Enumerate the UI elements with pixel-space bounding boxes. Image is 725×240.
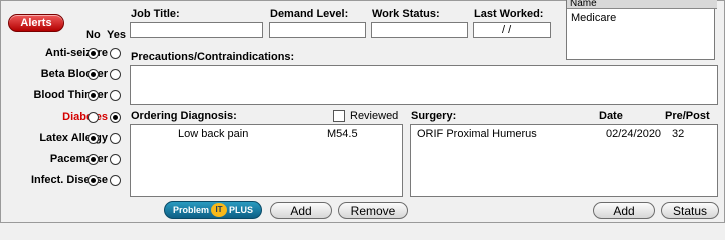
precautions-label: Precautions/Contraindications: — [131, 51, 295, 63]
last-worked-value: / / — [502, 24, 512, 36]
work-status-field[interactable] — [371, 22, 468, 38]
column-no-header: No — [86, 29, 101, 41]
column-yes-header: Yes — [107, 29, 126, 41]
reviewed-label: Reviewed — [350, 110, 399, 122]
alert-yes-radio[interactable] — [110, 175, 121, 186]
job-title-field[interactable] — [130, 22, 263, 38]
last-worked-field[interactable]: / / — [473, 22, 551, 38]
insurance-list[interactable] — [566, 0, 715, 60]
surgery-status-button[interactable]: Status — [661, 202, 719, 219]
work-status-label: Work Status: — [372, 8, 440, 20]
alert-no-radio[interactable] — [88, 48, 99, 59]
add-diagnosis-button[interactable]: Add — [270, 202, 332, 219]
demand-level-label: Demand Level: — [270, 8, 349, 20]
diagnosis-code[interactable]: M54.5 — [327, 128, 358, 140]
alert-yes-radio[interactable] — [110, 133, 121, 144]
problem-it-label: Problem — [172, 205, 209, 215]
surgery-date-header: Date — [599, 110, 623, 122]
ordering-diagnosis-label: Ordering Diagnosis: — [131, 110, 237, 122]
surgery-date[interactable]: 02/24/2020 — [606, 128, 661, 140]
alert-no-radio[interactable] — [88, 154, 99, 165]
problem-it-plus-button[interactable]: Problem IT PLUS — [164, 201, 262, 219]
insurance-name-header: Name — [567, 0, 717, 9]
alerts-button[interactable]: Alerts — [8, 14, 64, 32]
last-worked-label: Last Worked: — [474, 8, 544, 20]
alert-yes-radio[interactable] — [110, 112, 121, 123]
it-logo-icon: IT — [211, 203, 227, 217]
alert-no-radio[interactable] — [88, 175, 99, 186]
alert-no-radio[interactable] — [88, 133, 99, 144]
surgery-label: Surgery: — [411, 110, 457, 122]
precautions-field[interactable] — [130, 65, 718, 105]
alert-no-radio[interactable] — [88, 90, 99, 101]
insurance-item[interactable]: Medicare — [571, 12, 616, 24]
alert-no-radio[interactable] — [88, 112, 99, 123]
add-surgery-button[interactable]: Add — [593, 202, 655, 219]
plus-label: PLUS — [229, 205, 254, 215]
surgery-prepost[interactable]: 32 — [672, 128, 684, 140]
alert-no-radio[interactable] — [88, 69, 99, 80]
diagnosis-description[interactable]: Low back pain — [178, 128, 248, 140]
alert-yes-radio[interactable] — [110, 154, 121, 165]
alert-yes-radio[interactable] — [110, 69, 121, 80]
surgery-name[interactable]: ORIF Proximal Humerus — [417, 128, 537, 140]
reviewed-checkbox[interactable] — [333, 110, 345, 122]
remove-diagnosis-button[interactable]: Remove — [338, 202, 408, 219]
surgery-prepost-header: Pre/Post — [665, 110, 710, 122]
diagnosis-list[interactable]: Low back pain M54.5 — [130, 124, 403, 197]
surgery-list[interactable]: ORIF Proximal Humerus 02/24/2020 32 — [410, 124, 718, 197]
alert-yes-radio[interactable] — [110, 48, 121, 59]
alert-yes-radio[interactable] — [110, 90, 121, 101]
demand-level-field[interactable] — [269, 22, 366, 38]
job-title-label: Job Title: — [131, 8, 180, 20]
